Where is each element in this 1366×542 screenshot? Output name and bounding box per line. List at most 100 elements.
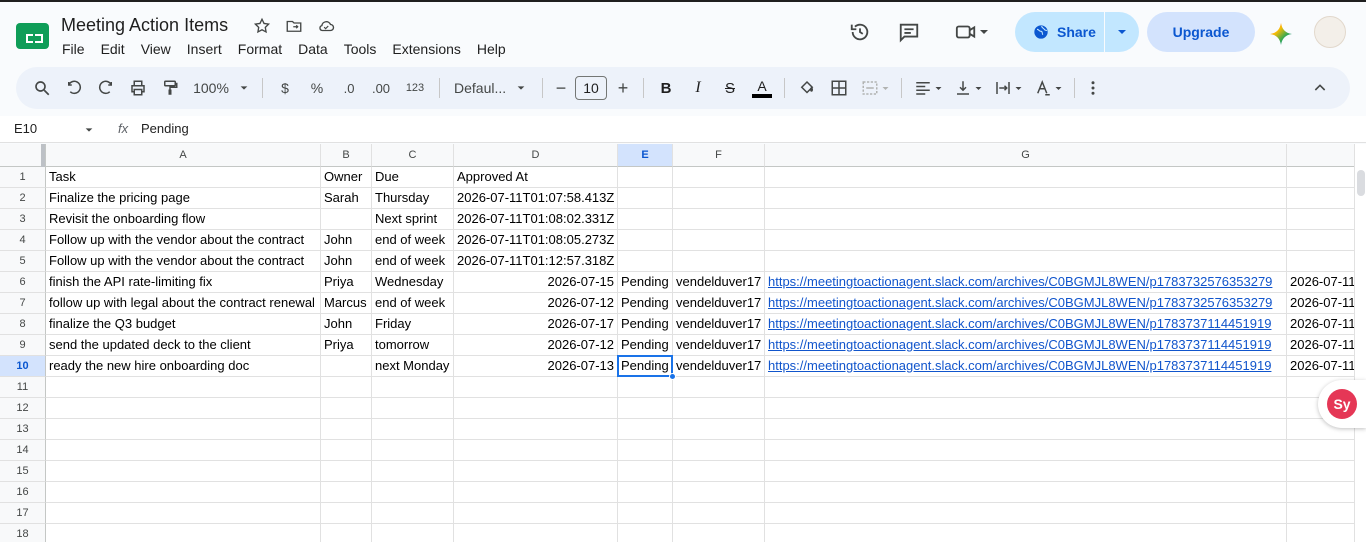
row-header[interactable]: 13	[0, 419, 46, 440]
cell[interactable]	[618, 398, 673, 419]
cell[interactable]	[46, 377, 321, 398]
cell[interactable]: Thursday	[372, 188, 454, 209]
cell[interactable]	[321, 209, 372, 230]
cell[interactable]	[46, 440, 321, 461]
addon-side-badge[interactable]: Sy	[1318, 380, 1366, 428]
row-header[interactable]: 5	[0, 251, 46, 272]
cell[interactable]	[765, 482, 1287, 503]
cell[interactable]: vendelduver17	[673, 356, 765, 377]
menu-help[interactable]: Help	[469, 39, 514, 59]
cell[interactable]	[372, 377, 454, 398]
cell[interactable]	[1287, 440, 1354, 461]
cell[interactable]	[46, 503, 321, 524]
cell[interactable]	[321, 461, 372, 482]
borders-icon[interactable]	[823, 73, 855, 103]
cell[interactable]	[454, 398, 618, 419]
cell[interactable]	[765, 251, 1287, 272]
cell[interactable]: https://meetingtoactionagent.slack.com/a…	[765, 356, 1287, 377]
cell[interactable]	[372, 524, 454, 542]
row-header[interactable]: 3	[0, 209, 46, 230]
cell[interactable]	[765, 377, 1287, 398]
cell[interactable]: Finalize the pricing page	[46, 188, 321, 209]
cell[interactable]	[618, 188, 673, 209]
cell[interactable]	[618, 377, 673, 398]
cell[interactable]: Pending	[618, 314, 673, 335]
spreadsheet-grid[interactable]: A B C D E F G 1 2 3 4 5 6 7 8 9 10 11 12 13 14 15 16 17 18 Task Ow…	[0, 144, 1354, 542]
cell[interactable]: Revisit the onboarding flow	[46, 209, 321, 230]
cell[interactable]	[673, 377, 765, 398]
cell[interactable]	[372, 419, 454, 440]
cell[interactable]	[673, 167, 765, 188]
cell[interactable]: 2026-07-11T01:12:57.318Z	[454, 251, 618, 272]
print-icon[interactable]	[122, 73, 154, 103]
account-avatar[interactable]	[1314, 16, 1346, 48]
cell[interactable]: ready the new hire onboarding doc	[46, 356, 321, 377]
cell[interactable]	[321, 503, 372, 524]
cell[interactable]	[618, 209, 673, 230]
cell[interactable]	[1287, 251, 1354, 272]
vertical-scrollbar[interactable]	[1354, 144, 1366, 542]
cell[interactable]: 2026-07-11	[1287, 272, 1354, 293]
cell[interactable]	[1287, 167, 1354, 188]
cell[interactable]	[321, 419, 372, 440]
menu-data[interactable]: Data	[290, 39, 336, 59]
cell[interactable]	[454, 482, 618, 503]
row-header[interactable]: 2	[0, 188, 46, 209]
cell[interactable]: 2026-07-12	[454, 335, 618, 356]
paint-format-icon[interactable]	[154, 73, 186, 103]
cell[interactable]	[321, 440, 372, 461]
cell[interactable]	[1287, 461, 1354, 482]
cell[interactable]	[1287, 482, 1354, 503]
cell[interactable]: 2026-07-11T01:08:05.273Z	[454, 230, 618, 251]
cell[interactable]: 2026-07-11T01:07:58.413Z	[454, 188, 618, 209]
menu-file[interactable]: File	[54, 39, 93, 59]
cell[interactable]	[1287, 209, 1354, 230]
cell[interactable]: https://meetingtoactionagent.slack.com/a…	[765, 293, 1287, 314]
merge-cells-icon[interactable]	[855, 73, 895, 103]
move-folder-icon[interactable]	[284, 16, 304, 36]
cell[interactable]: Marcus	[321, 293, 372, 314]
menu-insert[interactable]: Insert	[179, 39, 230, 59]
cell[interactable]: follow up with legal about the contract …	[46, 293, 321, 314]
cell[interactable]	[372, 503, 454, 524]
cell[interactable]	[618, 167, 673, 188]
cell[interactable]: Task	[46, 167, 321, 188]
cell[interactable]	[673, 503, 765, 524]
cell[interactable]	[765, 524, 1287, 542]
horizontal-align-icon[interactable]	[908, 73, 948, 103]
increase-font-size-icon[interactable]: +	[609, 73, 637, 103]
row-header[interactable]: 10	[0, 356, 46, 377]
cell[interactable]	[618, 482, 673, 503]
comments-icon[interactable]	[893, 12, 925, 52]
cell[interactable]	[321, 524, 372, 542]
cell[interactable]	[46, 398, 321, 419]
cell[interactable]: John	[321, 230, 372, 251]
cell[interactable]	[46, 419, 321, 440]
cell[interactable]: John	[321, 251, 372, 272]
gemini-icon[interactable]	[1269, 22, 1293, 46]
cell[interactable]: vendelduver17	[673, 293, 765, 314]
cell[interactable]	[618, 230, 673, 251]
cell[interactable]: 2026-07-17	[454, 314, 618, 335]
text-color-icon[interactable]: A	[746, 73, 778, 103]
text-rotation-icon[interactable]	[1028, 73, 1068, 103]
cell[interactable]	[46, 524, 321, 542]
row-header[interactable]: 9	[0, 335, 46, 356]
font-size-field[interactable]: 10	[573, 73, 609, 103]
row-header[interactable]: 12	[0, 398, 46, 419]
cell[interactable]: end of week	[372, 230, 454, 251]
row-header[interactable]: 15	[0, 461, 46, 482]
cell[interactable]: https://meetingtoactionagent.slack.com/a…	[765, 272, 1287, 293]
cell[interactable]	[765, 419, 1287, 440]
row-header[interactable]: 11	[0, 377, 46, 398]
row-header[interactable]: 14	[0, 440, 46, 461]
cell[interactable]: 2026-07-12	[454, 293, 618, 314]
cell[interactable]	[46, 482, 321, 503]
cell[interactable]: 2026-07-15	[454, 272, 618, 293]
cell[interactable]: finalize the Q3 budget	[46, 314, 321, 335]
cell[interactable]: 2026-07-11	[1287, 335, 1354, 356]
scrollbar-thumb[interactable]	[1357, 170, 1365, 196]
text-wrapping-icon[interactable]	[988, 73, 1028, 103]
cell[interactable]	[321, 356, 372, 377]
cell[interactable]: Next sprint	[372, 209, 454, 230]
